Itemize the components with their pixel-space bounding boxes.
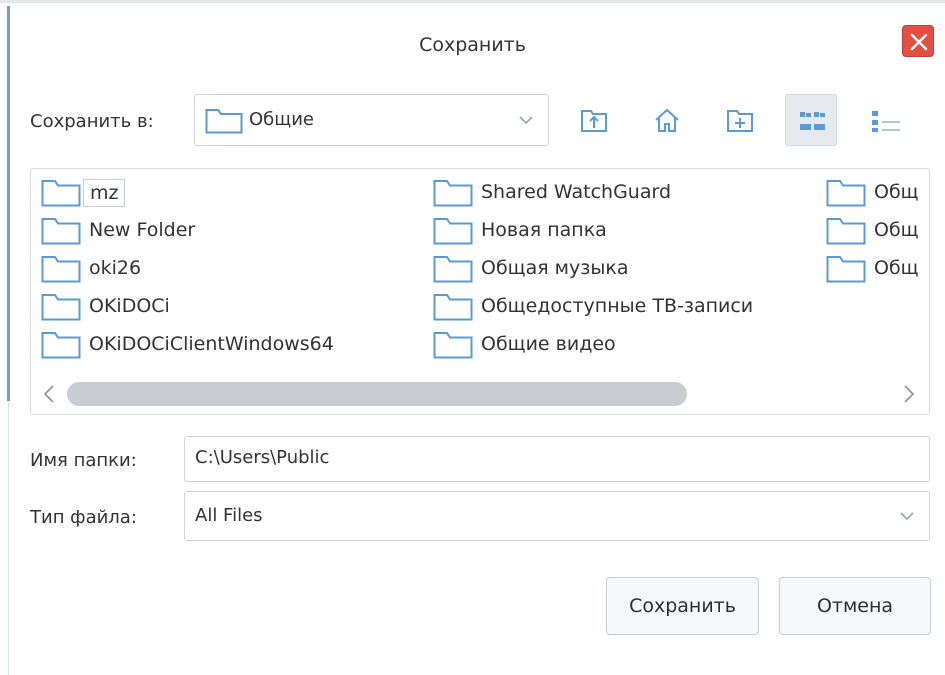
folder-item-name: mz [83,179,126,207]
folder-up-button[interactable] [568,94,620,146]
folder-icon [433,332,473,359]
window-top-border [0,0,945,3]
folder-item-name: Общ [874,181,919,203]
chevron-left-icon[interactable] [43,384,55,404]
folder-icon [205,109,243,134]
folder-icon [41,180,81,207]
folder-name-input[interactable]: C:\Users\Public [184,436,930,482]
cancel-button[interactable]: Отмена [779,577,931,635]
horizontal-scrollbar[interactable] [31,374,929,414]
folder-up-icon [581,110,607,132]
folder-icon [41,256,81,283]
folder-item-name: Shared WatchGuard [481,181,672,203]
scrollbar-track[interactable] [67,382,897,406]
home-icon [655,108,679,132]
file-type-combo[interactable]: All Files [184,491,930,541]
location-value: Общие [249,109,314,130]
folder-icon [41,218,81,245]
folder-icon [41,294,81,321]
file-type-label: Тип файла: [30,507,137,528]
detail-view-button[interactable] [858,94,910,146]
folder-item-name: Новая папка [481,219,607,241]
new-folder-button[interactable] [714,94,766,146]
file-list[interactable]: mz New Folder oki26 OKiDOCi OKiDOCiClientWin… [30,168,930,415]
chevron-right-icon[interactable] [903,384,915,404]
detail-view-icon [872,111,900,132]
new-folder-icon [727,110,753,132]
folder-icon [41,332,81,359]
folder-item-name: New Folder [89,219,196,241]
folder-item-name: Общ [874,257,919,279]
location-combo[interactable]: Общие [194,94,549,146]
icon-view-button[interactable] [785,94,837,146]
folder-item-name: Общ [874,219,919,241]
close-icon [910,33,928,51]
folder-icon [433,218,473,245]
folder-item-name: Общая музыка [481,257,629,279]
folder-icon [826,256,866,283]
chevron-down-icon [900,512,914,521]
home-button[interactable] [641,94,693,146]
folder-item-name: Общедоступные ТВ-записи [481,295,754,317]
folder-name-value: C:\Users\Public [195,447,330,468]
close-button[interactable] [902,25,934,57]
folder-item-name: OKiDOCiClientWindows64 [89,333,334,355]
folder-name-label: Имя папки: [30,450,137,471]
folder-item-name: Общие видео [481,333,616,355]
folder-item-name: OKiDOCi [89,295,170,317]
folder-icon [433,180,473,207]
file-type-value: All Files [195,505,263,526]
folder-icon [433,294,473,321]
folder-item-name: oki26 [89,257,142,279]
folder-icon [433,256,473,283]
icon-view-icon [800,112,825,130]
chevron-down-icon [519,116,533,125]
folder-icon [826,218,866,245]
location-label: Сохранить в: [30,111,154,132]
scrollbar-thumb[interactable] [67,382,687,406]
save-button[interactable]: Сохранить [606,577,759,635]
window-left-border [8,401,9,675]
window-left-edge [7,6,10,401]
dialog-title: Сохранить [419,34,526,56]
folder-icon [826,180,866,207]
